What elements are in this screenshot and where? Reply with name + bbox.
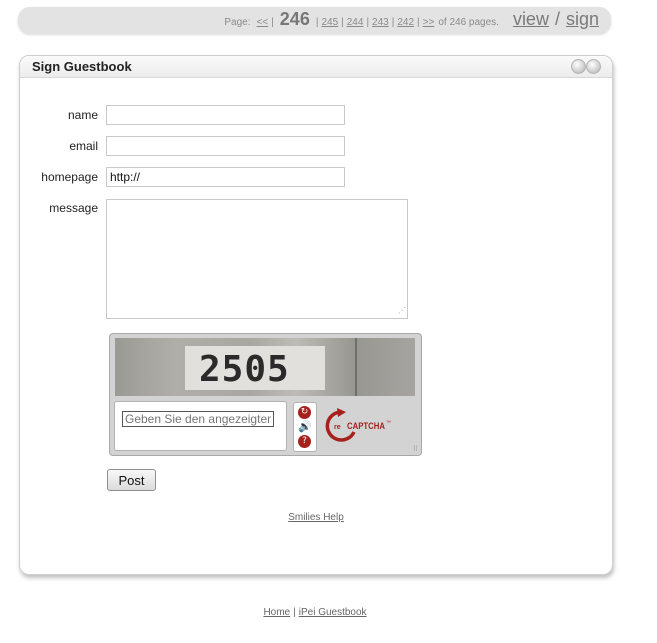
pager-bar: Page: << | 246 | 245 | 244 | 243 | 242 |… bbox=[18, 7, 611, 34]
page-count-text: of 246 pages. bbox=[438, 17, 499, 28]
smilies-help-link[interactable]: Smilies Help bbox=[20, 512, 612, 523]
name-input[interactable] bbox=[106, 105, 345, 125]
homepage-label: homepage bbox=[41, 170, 98, 184]
minimize-circle-icon[interactable] bbox=[571, 59, 586, 74]
sign-guestbook-panel: Sign Guestbook name email homepage messa… bbox=[19, 55, 613, 575]
panel-header: Sign Guestbook bbox=[20, 56, 612, 78]
captcha-image: 2505 bbox=[115, 338, 415, 396]
close-circle-icon[interactable] bbox=[586, 59, 601, 74]
recaptcha-logo: re CAPTCHA ™ bbox=[325, 408, 391, 442]
captcha-input-box bbox=[114, 401, 287, 451]
email-input[interactable] bbox=[106, 136, 345, 156]
guestbook-link[interactable]: iPei Guestbook bbox=[299, 607, 367, 618]
audio-icon[interactable]: 🔊 bbox=[298, 420, 312, 433]
last-page-link[interactable]: >> bbox=[423, 17, 435, 28]
help-icon[interactable]: ? bbox=[298, 435, 311, 448]
page-label: Page: bbox=[224, 17, 251, 28]
page-link-242[interactable]: 242 bbox=[397, 17, 414, 28]
message-textarea[interactable] bbox=[106, 199, 408, 319]
footer: Home | iPei Guestbook bbox=[0, 607, 630, 618]
recaptcha-widget: 2505 ↻ 🔊 ? re CAPTCHA ™ ⠿ bbox=[109, 333, 422, 456]
panel-title: Sign Guestbook bbox=[32, 59, 132, 74]
view-sign-separator: / bbox=[554, 9, 560, 29]
resize-grip-icon[interactable]: ⋰ bbox=[398, 306, 406, 315]
sign-link[interactable]: sign bbox=[566, 9, 599, 29]
post-button[interactable]: Post bbox=[107, 469, 156, 491]
homepage-input[interactable] bbox=[106, 167, 345, 187]
page-link-245[interactable]: 245 bbox=[321, 17, 338, 28]
name-label: name bbox=[67, 108, 98, 122]
page-link-244[interactable]: 244 bbox=[347, 17, 364, 28]
page-link-243[interactable]: 243 bbox=[372, 17, 389, 28]
recaptcha-logo-prefix: re bbox=[334, 424, 341, 431]
first-page-link[interactable]: << bbox=[257, 17, 269, 28]
captcha-response-input[interactable] bbox=[122, 411, 274, 427]
email-label: email bbox=[69, 139, 98, 153]
captcha-controls: ↻ 🔊 ? bbox=[293, 402, 317, 452]
view-link[interactable]: view bbox=[513, 9, 549, 29]
reload-icon[interactable]: ↻ bbox=[298, 406, 311, 419]
captcha-corner-dots: ⠿ bbox=[412, 446, 418, 453]
message-label: message bbox=[49, 201, 98, 215]
captcha-word: 2505 bbox=[199, 349, 290, 390]
recaptcha-logo-main: CAPTCHA bbox=[347, 421, 385, 431]
current-page: 246 bbox=[279, 9, 310, 29]
home-link[interactable]: Home bbox=[263, 607, 290, 618]
recaptcha-logo-tm: ™ bbox=[386, 420, 391, 426]
pagination: Page: << | 246 | 245 | 244 | 243 | 242 |… bbox=[224, 9, 599, 29]
footer-separator: | bbox=[293, 607, 296, 618]
